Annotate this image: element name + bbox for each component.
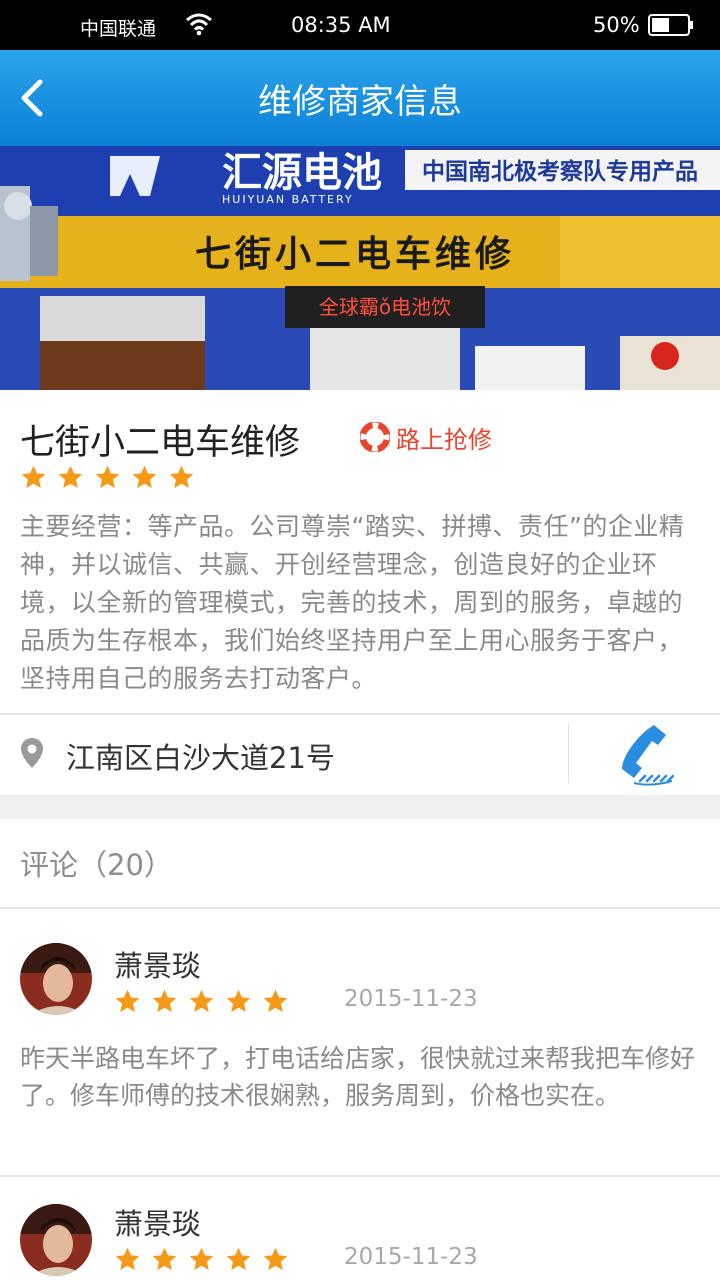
comment-date: 2015-11-23 bbox=[344, 1244, 478, 1270]
comment-item: 萧景琰 2015-11-23 昨天半路电车坏了，打电话给店家，很快就过来帮我把车… bbox=[0, 908, 720, 1176]
nav-bar: 维修商家信息 bbox=[0, 50, 720, 146]
star-icon bbox=[189, 1247, 214, 1270]
banner-shop-sign: 七街小二电车维修 bbox=[195, 234, 515, 275]
avatar-image bbox=[20, 1204, 92, 1276]
star-icon bbox=[132, 465, 157, 488]
star-icon bbox=[226, 989, 251, 1012]
shop-rating bbox=[20, 464, 205, 491]
shop-name: 七街小二电车维修 bbox=[20, 423, 301, 463]
comment-user: 萧景琰 bbox=[114, 1207, 202, 1241]
star-icon bbox=[189, 989, 214, 1012]
carrier-label: 中国联通 bbox=[80, 18, 157, 40]
star-icon bbox=[95, 465, 120, 488]
comment-rating bbox=[114, 1246, 299, 1273]
shop-photo: 中国南北极考察队专用产品 汇源电池 HUIYUAN BATTERY 七街小二电车… bbox=[0, 146, 720, 390]
star-icon bbox=[115, 1247, 140, 1270]
avatar-image bbox=[20, 943, 92, 1015]
banner-brand: 汇源电池 bbox=[222, 150, 382, 196]
lifebuoy-icon bbox=[360, 422, 390, 452]
location-pin-icon bbox=[21, 738, 43, 768]
star-icon bbox=[152, 1247, 177, 1270]
star-icon bbox=[263, 1247, 288, 1270]
battery-icon bbox=[648, 14, 693, 36]
star-icon bbox=[115, 989, 140, 1012]
comment-item: 萧景琰 2015-11-23 bbox=[0, 1176, 720, 1280]
shop-address: 江南区白沙大道21号 bbox=[66, 741, 335, 775]
address-row: 江南区白沙大道21号 bbox=[0, 715, 720, 795]
comment-date: 2015-11-23 bbox=[344, 986, 478, 1012]
storefront-image: 中国南北极考察队专用产品 汇源电池 HUIYUAN BATTERY 七街小二电车… bbox=[0, 146, 720, 390]
banner-led-sign: 全球霸ǒ电池饮 bbox=[319, 295, 451, 319]
shop-description: 主要经营：等产品。公司尊崇“踏实、拼搏、责任”的企业精神，并以诚信、共赢、开创经… bbox=[20, 512, 685, 693]
clock: 08:35 AM bbox=[291, 13, 391, 37]
roadside-repair-label: 路上抢修 bbox=[396, 425, 492, 454]
banner-slogan: 中国南北极考察队专用产品 bbox=[422, 158, 698, 185]
star-icon bbox=[58, 465, 83, 488]
star-icon bbox=[226, 1247, 251, 1270]
divider bbox=[568, 723, 569, 783]
avatar bbox=[20, 943, 92, 1015]
star-icon bbox=[152, 989, 177, 1012]
roadside-repair-badge[interactable]: 路上抢修 bbox=[360, 420, 492, 454]
page-title: 维修商家信息 bbox=[258, 82, 462, 122]
comment-user: 萧景琰 bbox=[114, 949, 202, 983]
call-button[interactable] bbox=[612, 721, 676, 787]
comments-header: 评论（20） bbox=[20, 848, 173, 882]
star-icon bbox=[21, 465, 46, 488]
comment-rating bbox=[114, 988, 299, 1015]
comment-text: 昨天半路电车坏了，打电话给店家，很快就过来帮我把车修好了。修车师傅的技术很娴熟，… bbox=[20, 1044, 696, 1110]
avatar bbox=[20, 1204, 92, 1276]
phone-icon bbox=[622, 725, 675, 786]
banner-brand-latin: HUIYUAN BATTERY bbox=[222, 193, 354, 206]
status-bar: 中国联通 08:35 AM 50% bbox=[0, 0, 720, 50]
star-icon bbox=[263, 989, 288, 1012]
wifi-icon bbox=[186, 13, 212, 36]
battery-percent: 50% bbox=[593, 13, 640, 37]
section-gap bbox=[0, 795, 720, 819]
star-icon bbox=[169, 465, 194, 488]
